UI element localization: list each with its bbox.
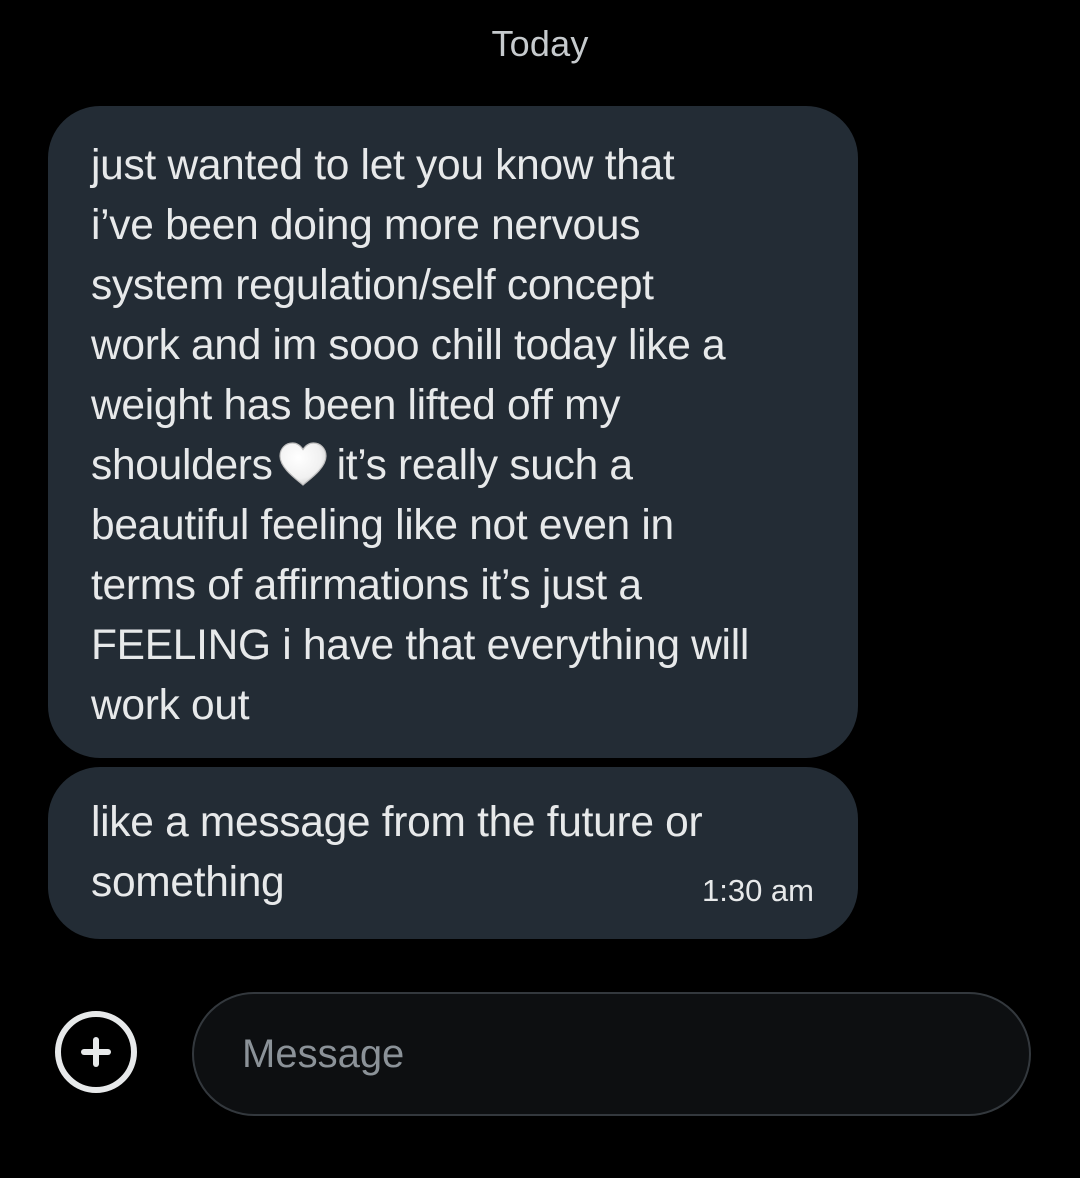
message-timestamp: 1:30 am [701, 873, 814, 908]
message-text-fragment: shoulders [91, 442, 273, 489]
message-text-fragment: it’s really such a [336, 442, 633, 489]
message-text-line: beautiful feeling like not even in [91, 502, 674, 549]
message-text-line: FEELING i have that everything will [91, 622, 749, 669]
message-bubble[interactable]: just wanted to let you know that i’ve be… [48, 106, 858, 758]
message-text-line: system regulation/self concept [91, 262, 654, 309]
message-text-line: work and im sooo chill today like a [91, 322, 726, 369]
message-text-line: terms of affirmations it’s just a [91, 562, 642, 609]
message-bubble[interactable]: like a message from the future or someth… [48, 767, 858, 939]
plus-circle-icon[interactable] [55, 1011, 137, 1093]
plus-vertical-stroke [93, 1037, 99, 1067]
message-text-line: like a message from the future or [91, 799, 703, 846]
message-text-line-with-emoji: shoulders it’s really such a [91, 436, 818, 496]
message-text-line: work out [91, 682, 250, 729]
white-heart-icon [278, 442, 327, 486]
message-composer [0, 992, 1080, 1118]
date-separator: Today [491, 23, 589, 64]
message-input[interactable] [192, 992, 1031, 1116]
message-text-line: i’ve been doing more nervous [91, 202, 641, 249]
message-text-line: just wanted to let you know that [91, 142, 675, 189]
message-text-line: weight has been lifted off my [91, 382, 621, 429]
